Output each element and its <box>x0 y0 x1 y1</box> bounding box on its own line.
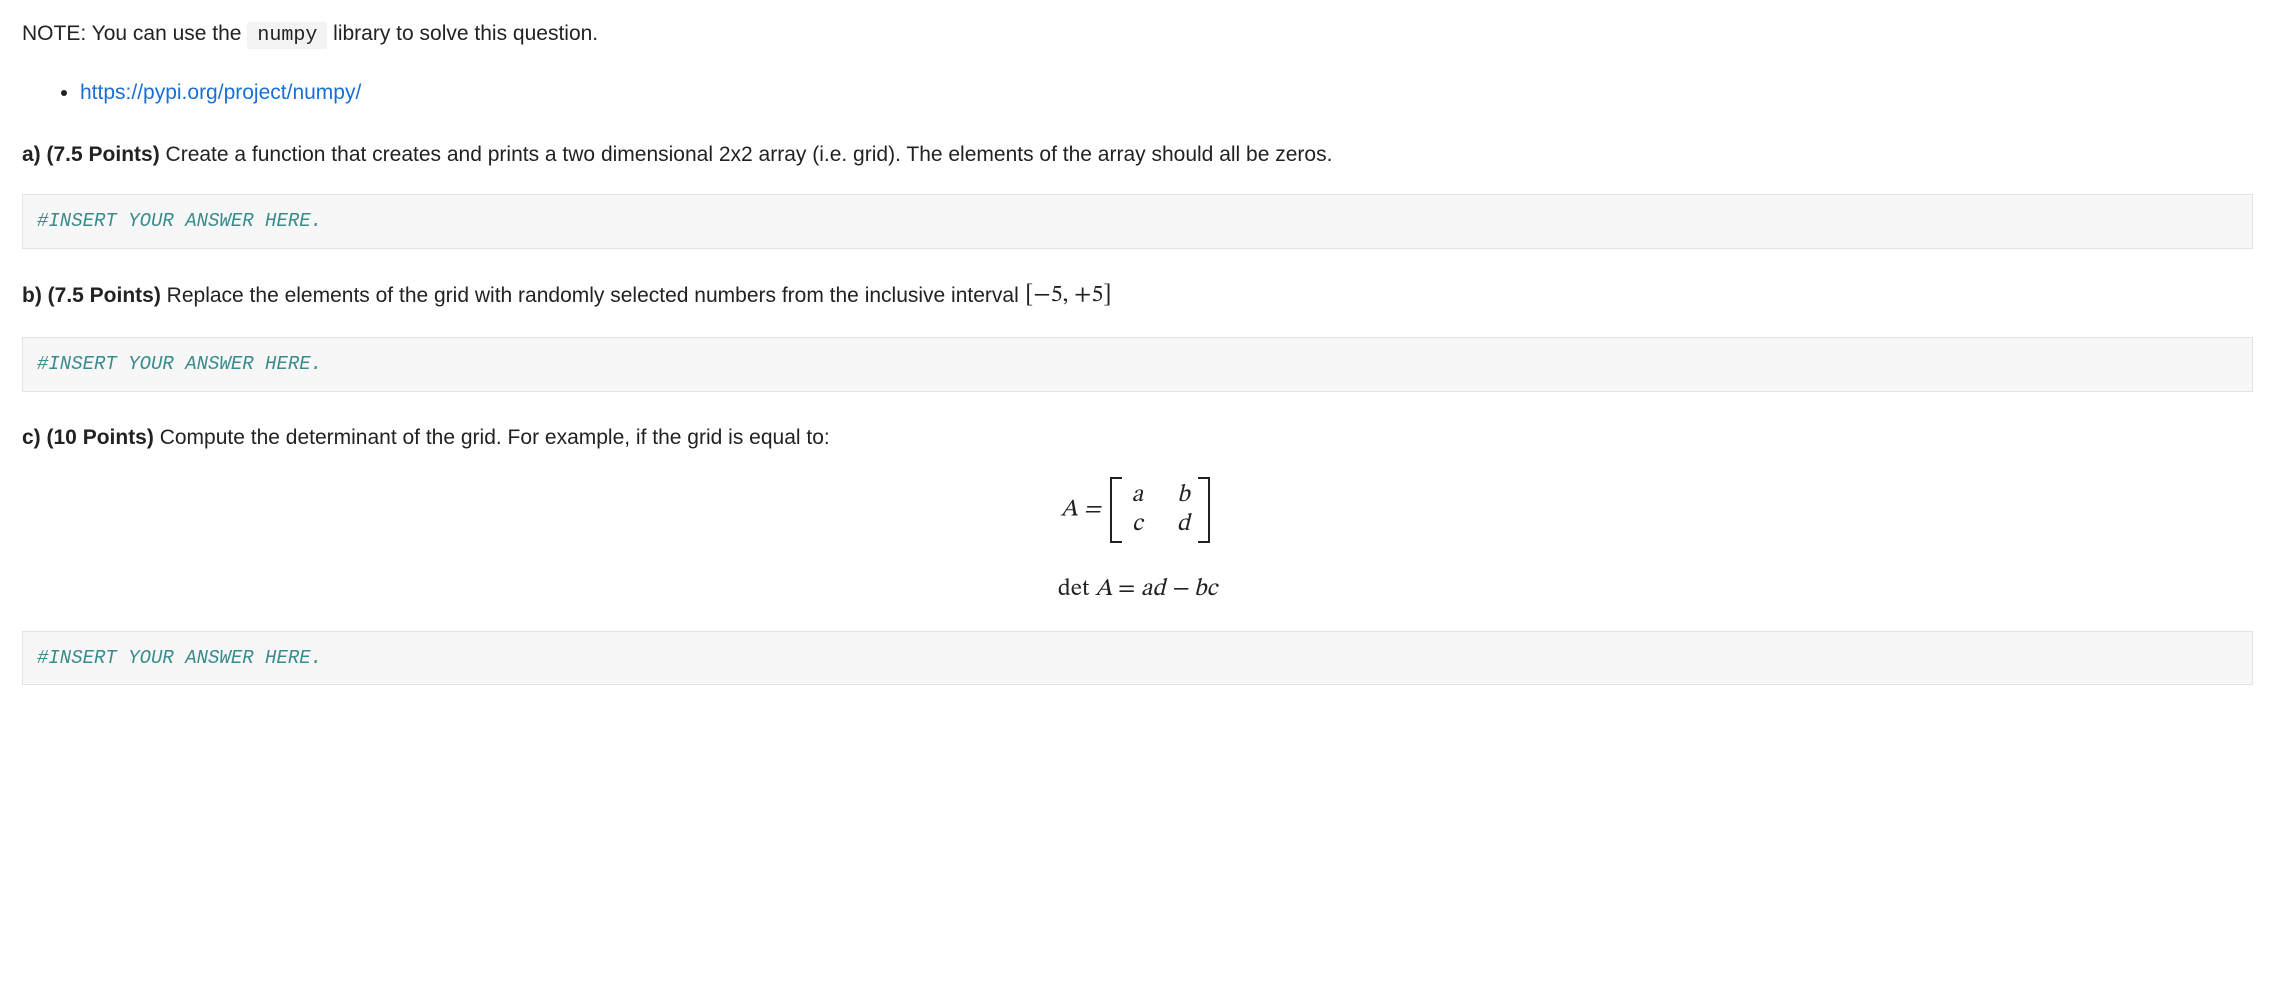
question-a-label: a) (7.5 Points) <box>22 143 160 166</box>
matrix-cell-b: b <box>1174 481 1192 510</box>
matrix-equation: A = a b c d <box>22 477 2253 543</box>
interval-svg: [−5, +5] <box>1025 279 1135 309</box>
matrix-row-0: a b <box>1128 481 1192 510</box>
code-cell-c[interactable]: #INSERT YOUR ANSWER HERE. <box>22 631 2253 686</box>
matrix-cell-d: d <box>1174 510 1192 539</box>
det-A: A <box>1095 577 1112 601</box>
link-list-item: https://pypi.org/project/numpy/ <box>80 77 2253 109</box>
note-line: NOTE: You can use the numpy library to s… <box>22 18 2253 51</box>
question-b-label: b) (7.5 Points) <box>22 283 161 306</box>
question-c: c) (10 Points) Compute the determinant o… <box>22 422 2253 454</box>
matrix-cell-a: a <box>1128 481 1146 510</box>
matrix-brackets: a b c d <box>1110 477 1210 543</box>
det-word: det <box>1058 577 1095 601</box>
det-eq: = <box>1112 577 1141 601</box>
determinant-equation: det A = ad − bc <box>22 571 2253 607</box>
question-c-label: c) (10 Points) <box>22 426 154 449</box>
note-suffix: library to solve this question. <box>333 22 598 45</box>
svg-text:[−5, +5]: [−5, +5] <box>1025 283 1112 307</box>
question-c-text: Compute the determinant of the grid. For… <box>154 426 830 449</box>
interval-math: [−5, +5] <box>1025 279 1135 314</box>
matrix-lhs: A = <box>1061 497 1101 521</box>
code-cell-b[interactable]: #INSERT YOUR ANSWER HERE. <box>22 337 2253 392</box>
det-rhs: ad − bc <box>1141 577 1217 601</box>
note-prefix: NOTE: You can use the <box>22 22 247 45</box>
matrix-cell-c: c <box>1128 510 1146 539</box>
question-a: a) (7.5 Points) Create a function that c… <box>22 139 2253 171</box>
matrix-row-1: c d <box>1128 510 1192 539</box>
link-list: https://pypi.org/project/numpy/ <box>22 77 2253 109</box>
note-inline-code: numpy <box>247 22 327 49</box>
question-a-text: Create a function that creates and print… <box>160 143 1333 166</box>
question-b-text-before: Replace the elements of the grid with ra… <box>161 283 1025 306</box>
code-cell-a[interactable]: #INSERT YOUR ANSWER HERE. <box>22 194 2253 249</box>
question-b: b) (7.5 Points) Replace the elements of … <box>22 279 2253 314</box>
numpy-pypi-link[interactable]: https://pypi.org/project/numpy/ <box>80 81 361 104</box>
document-page: NOTE: You can use the numpy library to s… <box>0 0 2275 747</box>
